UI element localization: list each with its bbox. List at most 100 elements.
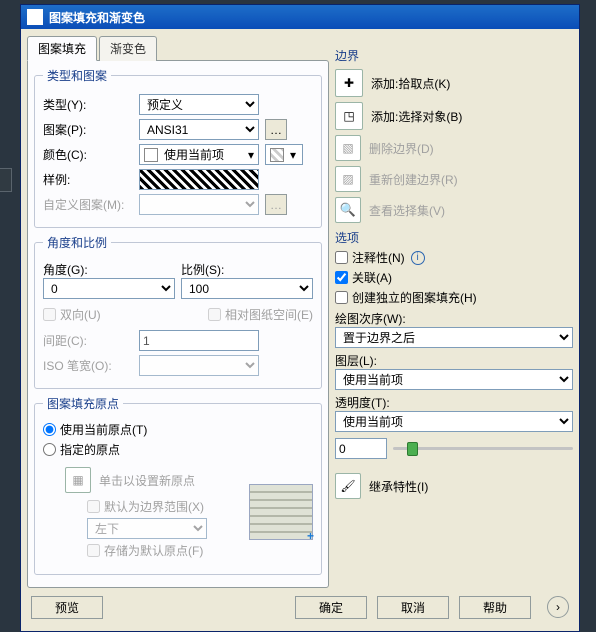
origin-current-radio[interactable]: 使用当前原点(T)	[43, 421, 313, 438]
associative-label: 关联(A)	[352, 269, 392, 286]
titlebar[interactable]: 图案填充和渐变色	[21, 5, 579, 29]
independent-label: 创建独立的图案填充(H)	[352, 289, 477, 306]
scale-label: 比例(S):	[181, 261, 313, 278]
tab-gradient-label: 渐变色	[110, 42, 146, 56]
boundary-title: 边界	[335, 47, 573, 64]
ok-label: 确定	[319, 601, 343, 615]
recreate-boundary-icon: ▨	[335, 166, 361, 192]
dialog-window: 图案填充和渐变色 图案填充 渐变色 类型和图案 类型(Y): 预定义	[20, 4, 580, 632]
draw-order-label: 绘图次序(W):	[335, 310, 573, 327]
options-title: 选项	[335, 229, 573, 246]
tab-strip: 图案填充 渐变色	[27, 36, 329, 61]
angle-combo[interactable]: 0	[43, 278, 175, 299]
color-value: 使用当前项	[164, 146, 224, 163]
remove-boundary-label: 删除边界(D)	[369, 140, 434, 157]
paperspace-label: 相对图纸空间(E)	[225, 306, 313, 323]
tab-hatch-label: 图案填充	[38, 42, 86, 56]
origin-preview	[249, 484, 313, 540]
help-button[interactable]: 帮助	[459, 596, 531, 619]
set-origin-icon: ▦	[65, 467, 91, 493]
pattern-sample[interactable]	[139, 169, 259, 190]
transparency-label: 透明度(T):	[335, 394, 573, 411]
none-swatch-icon	[270, 148, 284, 162]
bg-color-combo[interactable]: ▾	[265, 144, 303, 165]
dialog-body: 图案填充 渐变色 类型和图案 类型(Y): 预定义 图案(P): ANSI31	[21, 29, 579, 631]
group-angle-scale: 角度和比例 角度(G): 0 比例(S): 100	[34, 234, 322, 389]
store-default-checkbox: 存储为默认原点(F)	[87, 542, 243, 559]
color-swatch-icon	[144, 148, 158, 162]
select-objects-icon: ◳	[335, 102, 363, 130]
pattern-label: 图案(P):	[43, 121, 133, 138]
angle-label: 角度(G):	[43, 261, 175, 278]
window-title: 图案填充和渐变色	[49, 9, 145, 26]
tab-body: 类型和图案 类型(Y): 预定义 图案(P): ANSI31 … 颜色(C):	[27, 60, 329, 588]
custom-pattern-browse: …	[265, 194, 287, 215]
magnifier-icon: 🔍	[335, 197, 361, 223]
draw-order-combo[interactable]: 置于边界之后	[335, 327, 573, 348]
ok-button[interactable]: 确定	[295, 596, 367, 619]
transparency-combo[interactable]: 使用当前项	[335, 411, 573, 432]
transparency-slider[interactable]	[393, 447, 573, 450]
color-combo[interactable]: 使用当前项 ▾	[139, 144, 259, 165]
origin-current-label: 使用当前原点(T)	[60, 421, 147, 438]
origin-specified-radio[interactable]: 指定的原点	[43, 441, 313, 458]
external-panel-stub	[0, 168, 12, 192]
preview-button[interactable]: 预览	[31, 596, 103, 619]
sample-label: 样例:	[43, 171, 133, 188]
group-origin: 图案填充原点 使用当前原点(T) 指定的原点 ▦ 单击以设置新原点 默认为边界范…	[34, 395, 322, 575]
custom-pattern-label: 自定义图案(M):	[43, 196, 133, 213]
group-type-pattern: 类型和图案 类型(Y): 预定义 图案(P): ANSI31 … 颜色(C):	[34, 67, 322, 228]
double-checkbox: 双向(U)	[43, 306, 101, 323]
scale-combo[interactable]: 100	[181, 278, 313, 299]
dialog-buttons: 预览 确定 取消 帮助 ›	[27, 588, 573, 625]
type-label: 类型(Y):	[43, 96, 133, 113]
annotative-label: 注释性(N)	[352, 249, 405, 266]
view-selection-label: 查看选择集(V)	[369, 202, 445, 219]
inherit-properties-button[interactable]: 🖌 继承特性(I)	[335, 473, 573, 499]
legend-origin: 图案填充原点	[43, 395, 123, 412]
app-icon	[27, 9, 43, 25]
iso-combo	[139, 355, 259, 376]
preview-label: 预览	[55, 601, 79, 615]
recreate-boundary-button: ▨ 重新创建边界(R)	[335, 166, 573, 192]
expand-arrow-button[interactable]: ›	[547, 596, 569, 618]
transparency-value-input[interactable]	[335, 438, 387, 459]
paperspace-checkbox: 相对图纸空间(E)	[208, 306, 313, 323]
tab-hatch[interactable]: 图案填充	[27, 36, 97, 61]
custom-pattern-combo	[139, 194, 259, 215]
annotative-checkbox[interactable]: 注释性(N) i	[335, 249, 573, 266]
help-label: 帮助	[483, 601, 507, 615]
add-select-objects-button[interactable]: ◳ 添加:选择对象(B)	[335, 102, 573, 130]
type-combo[interactable]: 预定义	[139, 94, 259, 115]
cancel-label: 取消	[401, 601, 425, 615]
info-icon[interactable]: i	[411, 251, 425, 265]
independent-hatch-checkbox[interactable]: 创建独立的图案填充(H)	[335, 289, 573, 306]
double-label: 双向(U)	[60, 306, 101, 323]
legend-angle-scale: 角度和比例	[43, 234, 111, 251]
add-select-label: 添加:选择对象(B)	[371, 108, 462, 125]
layer-label: 图层(L):	[335, 352, 573, 369]
pattern-browse-button[interactable]: …	[265, 119, 287, 140]
pattern-combo[interactable]: ANSI31	[139, 119, 259, 140]
default-extent-label: 默认为边界范围(X)	[104, 498, 204, 515]
inherit-icon: 🖌	[335, 473, 361, 499]
origin-specified-label: 指定的原点	[60, 441, 120, 458]
iso-label: ISO 笔宽(O):	[43, 357, 133, 374]
default-extent-checkbox: 默认为边界范围(X)	[87, 498, 243, 515]
tab-gradient[interactable]: 渐变色	[99, 36, 157, 61]
spacing-input	[139, 330, 259, 351]
associative-checkbox[interactable]: 关联(A)	[335, 269, 573, 286]
slider-thumb-icon[interactable]	[407, 442, 418, 456]
add-pick-label: 添加:拾取点(K)	[371, 75, 450, 92]
click-set-origin-label: 单击以设置新原点	[99, 472, 195, 489]
remove-boundary-icon: ▧	[335, 135, 361, 161]
inherit-label: 继承特性(I)	[369, 478, 428, 495]
add-pick-points-button[interactable]: ✚ 添加:拾取点(K)	[335, 69, 573, 97]
cancel-button[interactable]: 取消	[377, 596, 449, 619]
store-default-label: 存储为默认原点(F)	[104, 542, 203, 559]
legend-type-pattern: 类型和图案	[43, 67, 111, 84]
layer-combo[interactable]: 使用当前项	[335, 369, 573, 390]
recreate-boundary-label: 重新创建边界(R)	[369, 171, 458, 188]
spacing-label: 间距(C):	[43, 332, 133, 349]
view-selection-button: 🔍 查看选择集(V)	[335, 197, 573, 223]
